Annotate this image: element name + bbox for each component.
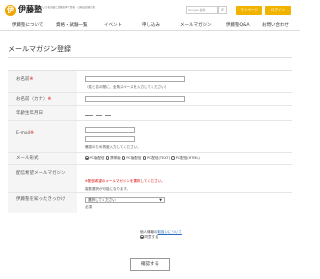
title-divider — [8, 57, 292, 58]
chevron-down-icon: ▼ — [159, 198, 162, 202]
privacy-link[interactable]: 取扱いについて — [158, 230, 182, 234]
birth-month-field[interactable] — [96, 110, 102, 116]
nav-item-contact[interactable]: お問い合わせ — [262, 23, 289, 29]
row-format: メール形式 PC版配信 携帯版 PC版配信 PC配信(TEXT) PC配信(HT… — [8, 153, 292, 165]
nav-item-mailmag[interactable]: メールマガジン — [180, 23, 212, 29]
email-confirm-field[interactable] — [85, 136, 135, 142]
row-age: 年齢生年月日 — [8, 106, 292, 121]
format-option-4[interactable]: PC配信(TEXT) — [142, 156, 170, 160]
format-label: メール形式 — [16, 156, 39, 161]
row-name: お名前※ （姓と名の間に、全角スペースを入力してください） — [8, 71, 292, 93]
interest-note: 複数選択が可能になります。 — [85, 187, 131, 191]
name-field[interactable] — [85, 76, 185, 82]
row-source: 伊藤塾を知ったきっかけ 選択してください ▼ 必須 — [8, 193, 292, 213]
row-interest: 配信希望メールマガジン ※配信希望のメールマガジンを選択してください。 複数選択… — [8, 165, 292, 193]
search-input[interactable]: Google 提供 — [186, 6, 218, 14]
source-label: 伊藤塾を知ったきっかけ — [16, 197, 66, 202]
email-note: 確認のため再度入力してください。 — [85, 145, 141, 149]
age-label: 年齢生年月日 — [16, 111, 43, 116]
header-tagline: 高い合格実績と受験指導で資格・公務員試験合格を — [40, 6, 96, 12]
registration-form: お名前※ （姓と名の間に、全角スペースを入力してください） お名前（カナ）※ 年… — [8, 70, 292, 213]
format-option-3[interactable]: PC版配信 — [121, 156, 141, 160]
page-title: メールマガジン登録 — [8, 45, 71, 53]
agree-option[interactable]: 同意する — [140, 235, 159, 240]
mypage-button[interactable]: マイページ — [236, 6, 262, 15]
nav-item-exams[interactable]: 資格・試験一覧 — [56, 23, 88, 29]
kana-label: お名前（カナ）※ — [16, 97, 52, 102]
logo-text[interactable]: 伊藤塾 — [18, 4, 42, 16]
name-note: （姓と名の間に、全角スペースを入力してください） — [85, 85, 169, 89]
format-option-2[interactable]: 携帯版 — [105, 156, 121, 160]
source-select[interactable]: 選択してください ▼ — [85, 197, 165, 203]
search-button[interactable]: ⌕ — [218, 6, 227, 14]
email-field[interactable] — [85, 127, 135, 133]
kana-field[interactable] — [85, 96, 185, 102]
interest-label: 配信希望メールマガジン — [16, 171, 66, 176]
nav-item-events[interactable]: イベント — [104, 23, 122, 29]
nav-item-about[interactable]: 伊藤塾について — [12, 23, 43, 29]
nav-item-qa[interactable]: 伊藤塾Q&A — [226, 23, 250, 29]
format-radio-group: PC版配信 携帯版 PC版配信 PC配信(TEXT) PC配信(HTML) — [85, 156, 200, 161]
interest-error: ※配信希望のメールマガジンを選択してください。 — [85, 179, 165, 183]
login-button[interactable]: ログイン — [265, 6, 291, 15]
birth-day-field[interactable] — [105, 110, 111, 116]
agree-radio[interactable] — [140, 235, 144, 239]
search-icon: ⌕ — [221, 7, 224, 13]
logo-mark[interactable]: 伊 — [5, 5, 16, 16]
birth-year-field[interactable] — [85, 110, 93, 116]
email-label: E-mail※ — [16, 131, 34, 136]
nav-item-apply[interactable]: 申し込み — [142, 23, 160, 29]
source-note: 必須 — [85, 205, 92, 209]
confirm-button[interactable]: 確認する — [130, 258, 170, 271]
format-option-1[interactable]: PC版配信 — [85, 156, 105, 160]
main-nav: 伊藤塾について 資格・試験一覧 イベント 申し込み メールマガジン 伊藤塾Q&A… — [0, 21, 300, 31]
format-option-5[interactable]: PC配信(HTML) — [171, 156, 200, 160]
row-email: E-mail※ 確認のため再度入力してください。 — [8, 121, 292, 153]
row-kana: お名前（カナ）※ — [8, 93, 292, 106]
name-label: お名前※ — [16, 77, 34, 82]
